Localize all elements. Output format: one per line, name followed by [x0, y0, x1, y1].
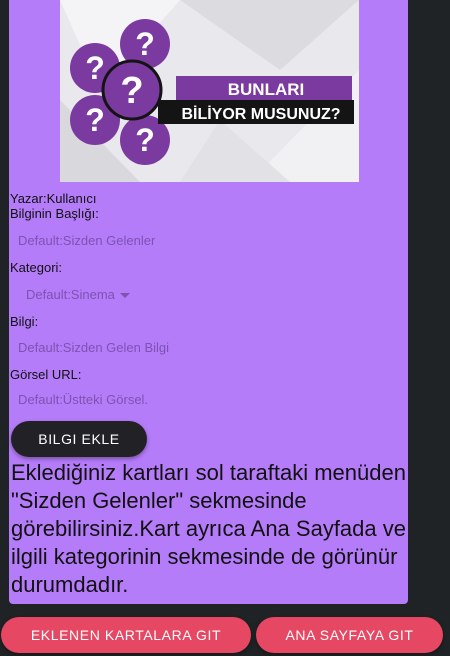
title-label: Bilginin Başlığı:	[10, 206, 99, 221]
banner-graphic: ? ? ? ? ? BUNLARI BİLİYOR MUSUNUZ?	[60, 0, 359, 182]
chevron-down-icon	[119, 293, 130, 299]
title-input[interactable]: Default:Sizden Gelenler	[18, 233, 155, 248]
category-select[interactable]: Default:Sinema	[26, 287, 130, 302]
svg-text:?: ?	[135, 26, 155, 62]
category-label: Kategori:	[10, 260, 63, 275]
svg-text:?: ?	[135, 122, 155, 158]
category-select-value: Default:Sinema	[26, 287, 115, 302]
svg-text:?: ?	[120, 70, 143, 112]
add-info-button[interactable]: BILGI EKLE	[11, 421, 147, 457]
banner-title-line2: BİLİYOR MUSUNUZ?	[181, 105, 340, 123]
add-info-card: ? ? ? ? ? BUNLARI BİLİYOR MUSUNUZ? Yazar…	[9, 0, 408, 604]
home-button[interactable]: ANA SAYFAYA GIT	[256, 617, 443, 653]
question-mark-icon: ?	[101, 59, 163, 121]
image-url-label: Görsel URL:	[10, 367, 82, 382]
author-text: Yazar:Kullanıcı	[10, 191, 97, 206]
image-url-input[interactable]: Default:Üstteki Görsel.	[18, 392, 148, 407]
banner-image: ? ? ? ? ? BUNLARI BİLİYOR MUSUNUZ?	[60, 0, 359, 182]
svg-text:?: ?	[85, 50, 105, 86]
banner-title-line1: BUNLARI	[228, 80, 305, 99]
info-input[interactable]: Default:Sizden Gelen Bilgi	[18, 340, 169, 355]
info-message: Eklediğiniz kartları sol taraftaki menüd…	[11, 460, 406, 597]
svg-text:?: ?	[85, 102, 105, 138]
added-cards-button[interactable]: EKLENEN KARTALARA GIT	[1, 617, 251, 653]
info-label: Bilgi:	[10, 314, 39, 329]
